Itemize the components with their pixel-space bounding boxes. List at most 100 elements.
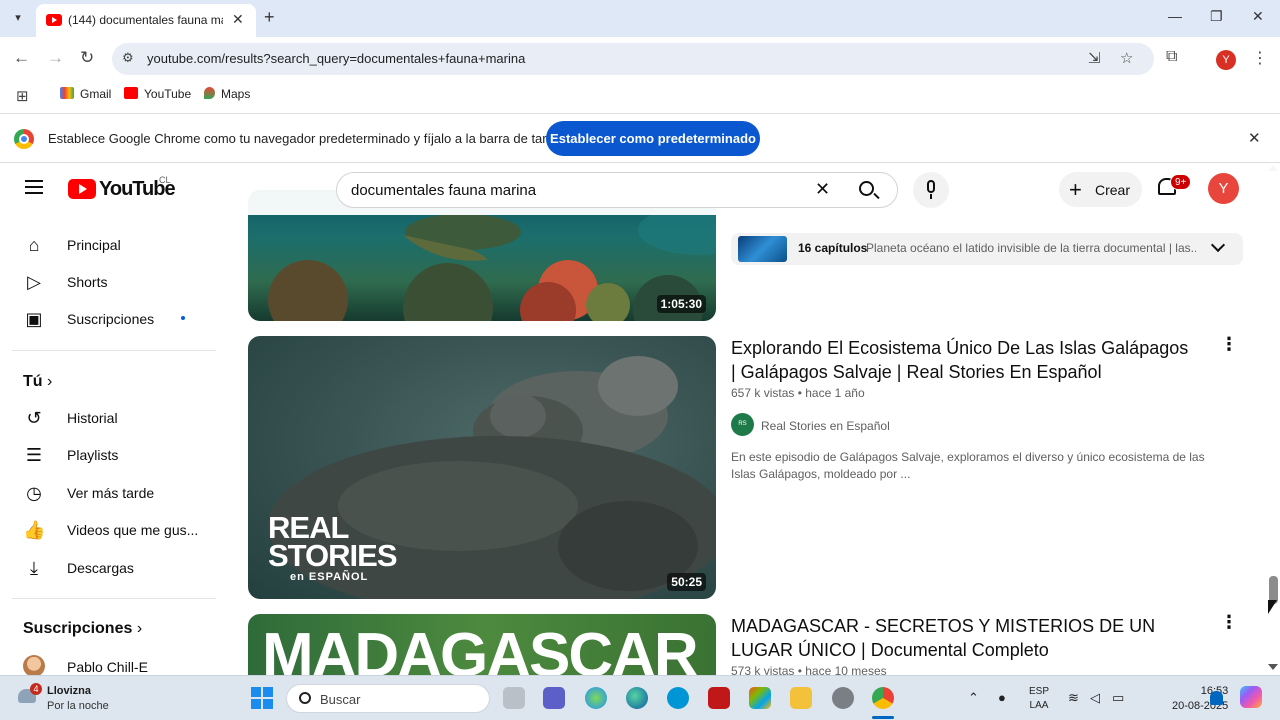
site-settings-icon[interactable]: ⚙: [122, 50, 134, 66]
edge-icon[interactable]: [626, 687, 648, 709]
bookmark-star-icon[interactable]: ☆: [1120, 49, 1133, 67]
channel-name[interactable]: Real Stories en Español: [761, 419, 890, 433]
chapters-count: 16 capítulos: [798, 241, 868, 255]
window-close-icon[interactable]: ✕: [1252, 8, 1264, 25]
settings-app-icon[interactable]: [832, 687, 854, 709]
notification-bell-icon[interactable]: [1210, 691, 1223, 705]
address-row: ← → ↻ ⚙ youtube.com/results?search_query…: [0, 37, 1280, 81]
download-icon: ⤓: [30, 558, 38, 578]
chevron-right-icon: ›: [136, 620, 143, 637]
apps-grid-icon[interactable]: ⊞: [16, 87, 29, 105]
set-default-button[interactable]: Establecer como predeterminado: [546, 121, 760, 156]
search-button[interactable]: [837, 173, 897, 207]
bookmark-label: Gmail: [80, 87, 112, 101]
back-icon[interactable]: ←: [13, 48, 30, 68]
sidebar-section-subscriptions[interactable]: Suscripciones ›: [23, 620, 142, 638]
microphone-tray-icon[interactable]: ●: [998, 690, 1006, 705]
sidebar-item-suscripciones[interactable]: ▣ Suscripciones: [12, 300, 216, 337]
tab-search-icon[interactable]: ▾: [8, 8, 28, 28]
youtube-icon: [124, 87, 138, 99]
video-thumbnail[interactable]: REAL STORIES en ESPAÑOL 50:25: [248, 336, 716, 599]
video-title[interactable]: Explorando El Ecosistema Único De Las Is…: [731, 336, 1191, 384]
chevron-right-icon: ›: [47, 373, 53, 390]
more-actions-icon[interactable]: ⋮: [1220, 612, 1238, 633]
file-explorer-icon[interactable]: [790, 687, 812, 709]
reload-icon[interactable]: ↻: [80, 48, 94, 68]
sidebar-item-historial[interactable]: ↺ Historial: [12, 399, 216, 436]
url-text[interactable]: youtube.com/results?search_query=documen…: [147, 51, 525, 66]
shorts-icon: ▷: [27, 272, 41, 292]
thumbnail-logo-text-3: en ESPAÑOL: [290, 571, 369, 583]
tab-youtube[interactable]: (144) documentales fauna marina ✕: [36, 4, 256, 37]
new-tab-icon[interactable]: +: [264, 7, 275, 28]
language-indicator[interactable]: ESP LAA: [1029, 685, 1049, 713]
profile-avatar[interactable]: Y: [1216, 50, 1236, 70]
chrome-logo-icon: [14, 129, 34, 149]
thumbnail-title-text: MADAGASCAR: [262, 621, 699, 675]
task-view-icon[interactable]: [503, 687, 525, 709]
create-button[interactable]: + Crear: [1059, 172, 1142, 207]
minimize-icon[interactable]: —: [1168, 8, 1182, 24]
video-description: En este episodio de Galápagos Salvaje, e…: [731, 450, 1205, 481]
bookmark-gmail[interactable]: Gmail: [60, 87, 111, 101]
chevron-down-icon[interactable]: [1210, 237, 1226, 253]
wifi-icon[interactable]: ≋: [1068, 690, 1079, 706]
forward-icon[interactable]: →: [47, 48, 64, 68]
tray-overflow-icon[interactable]: ⌃: [968, 690, 979, 706]
mcafee-icon[interactable]: [708, 687, 730, 709]
chrome-menu-icon[interactable]: ⋮: [1252, 48, 1268, 68]
extensions-icon[interactable]: ⧉: [1166, 48, 1177, 66]
sidebar-item-label: Historial: [67, 410, 118, 426]
voice-search-button[interactable]: [913, 172, 949, 208]
sidebar-item-label: Principal: [67, 237, 121, 253]
sidebar-item-label: Shorts: [67, 274, 108, 290]
account-avatar[interactable]: Y: [1208, 173, 1239, 204]
teams-icon[interactable]: [543, 687, 565, 709]
copilot-icon[interactable]: [1240, 686, 1262, 708]
section-title: Tú: [23, 373, 43, 390]
volume-icon[interactable]: ◁: [1090, 690, 1100, 706]
sidebar-item-label: Suscripciones: [67, 311, 155, 327]
chrome-taskbar-icon[interactable]: [872, 687, 894, 709]
video-title[interactable]: MADAGASCAR - SECRETOS Y MISTERIOS DE UN …: [731, 614, 1191, 662]
history-icon: ↺: [26, 408, 42, 428]
menu-hamburger-icon[interactable]: [25, 180, 43, 194]
store-icon[interactable]: [749, 687, 771, 709]
sidebar-item-descargas[interactable]: ⤓ Descargas: [12, 549, 216, 586]
taskbar-search[interactable]: Buscar: [286, 684, 490, 713]
youtube-logo-icon[interactable]: [68, 179, 96, 199]
subscription-channel-label[interactable]: Pablo Chill-E: [67, 659, 148, 675]
search-icon: [299, 692, 311, 704]
taskbar-search-placeholder: Buscar: [320, 692, 361, 707]
watch-later-icon: ◷: [26, 483, 42, 503]
more-actions-icon[interactable]: ⋮: [1220, 334, 1238, 355]
clear-search-icon[interactable]: ✕: [815, 179, 830, 200]
omnibox[interactable]: ⚙ youtube.com/results?search_query=docum…: [112, 43, 1154, 75]
restore-icon[interactable]: ❐: [1210, 8, 1223, 25]
hp-icon[interactable]: [667, 687, 689, 709]
sidebar-item-liked-videos[interactable]: 👍 Videos que me gus...: [12, 511, 216, 548]
chapters-bar[interactable]: 16 capítulos Planeta océano el latido in…: [731, 233, 1243, 265]
search-box[interactable]: documentales fauna marina ✕: [336, 172, 898, 208]
tab-close-icon[interactable]: ✕: [232, 11, 244, 28]
scroll-down-arrow-icon[interactable]: [1268, 664, 1278, 670]
widgets-icon[interactable]: [585, 687, 607, 709]
chapters-text: Planeta océano el latido invisible de la…: [866, 241, 1196, 255]
windows-start-icon[interactable]: [251, 687, 273, 709]
sidebar-divider: [12, 598, 216, 599]
sidebar-item-playlists[interactable]: ☰ Playlists: [12, 436, 216, 473]
install-app-icon[interactable]: ⇲: [1088, 49, 1101, 67]
bookmark-youtube[interactable]: YouTube: [124, 87, 191, 101]
sidebar-item-ver-mas-tarde[interactable]: ◷ Ver más tarde: [12, 474, 216, 511]
subscriptions-icon: ▣: [25, 309, 43, 329]
search-input[interactable]: documentales fauna marina: [351, 182, 536, 199]
bookmark-label: YouTube: [144, 87, 192, 101]
sidebar-item-principal[interactable]: ⌂ Principal: [12, 226, 216, 263]
battery-icon[interactable]: ▭: [1112, 690, 1124, 706]
infobar-close-icon[interactable]: ✕: [1248, 129, 1261, 147]
channel-avatar[interactable]: RS: [731, 413, 754, 436]
sidebar-section-you[interactable]: Tú ›: [23, 373, 52, 391]
sidebar-item-shorts[interactable]: ▷ Shorts: [12, 263, 216, 300]
video-thumbnail[interactable]: MADAGASCAR: [248, 614, 716, 675]
bookmark-maps[interactable]: Maps: [204, 87, 250, 101]
